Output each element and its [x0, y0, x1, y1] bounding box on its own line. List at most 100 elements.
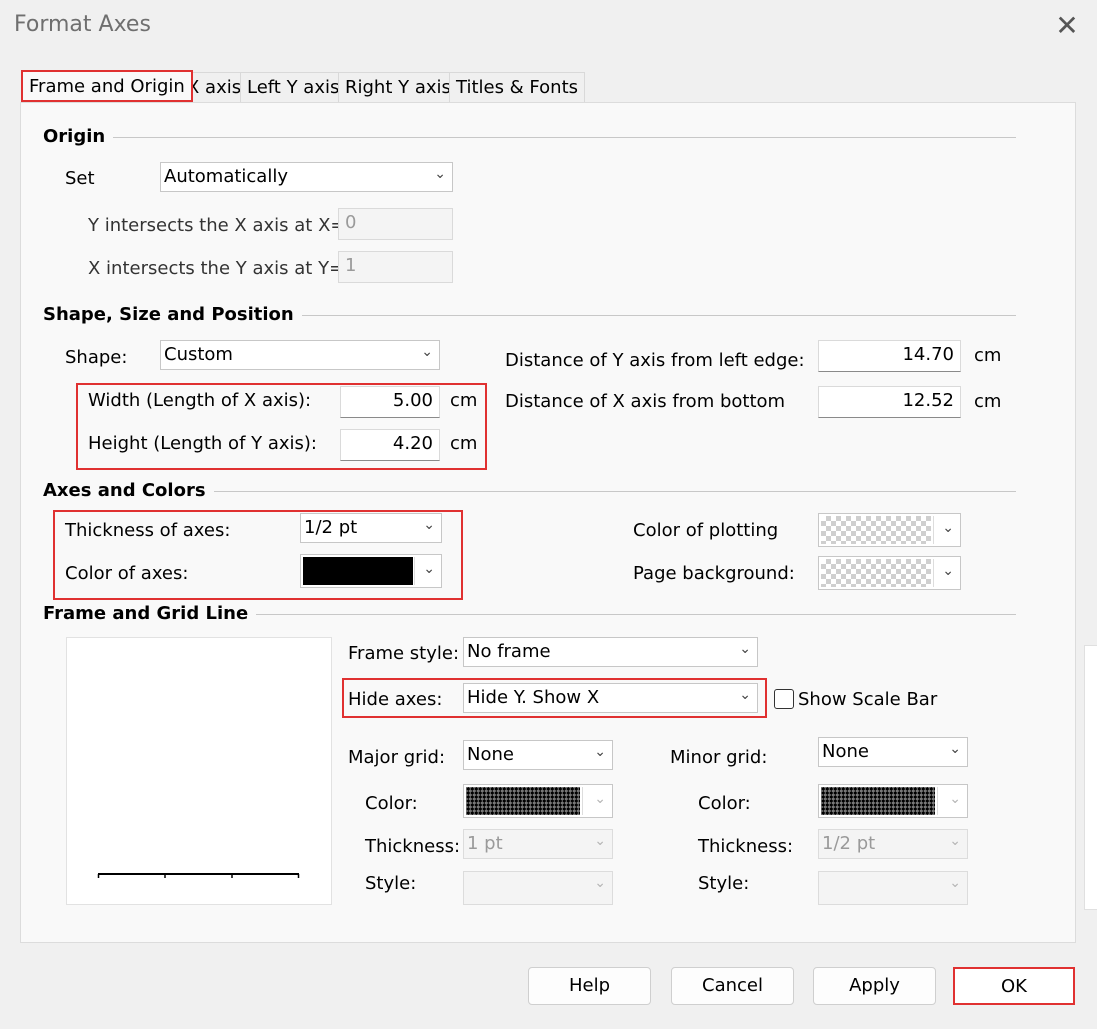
chevron-down-icon: ⌄ — [942, 563, 954, 579]
page-background-picker[interactable]: ⌄ — [818, 556, 961, 590]
color-axes-picker[interactable]: ⌄ — [300, 554, 442, 588]
major-grid-value: None — [467, 744, 514, 765]
shape-select[interactable]: Custom ⌄ — [160, 340, 440, 370]
cancel-button[interactable]: Cancel — [671, 967, 794, 1005]
minor-color-swatch — [821, 787, 935, 815]
origin-set-value: Automatically — [164, 166, 288, 187]
major-style-label: Style: — [365, 873, 417, 894]
plotting-color-label: Color of plotting — [633, 520, 779, 541]
major-thickness-select[interactable]: 1 pt ⌄ — [463, 829, 613, 859]
tab-left-y-axis[interactable]: Left Y axis — [240, 72, 347, 102]
y-intersect-label: Y intersects the X axis at X= — [88, 215, 346, 236]
chevron-down-icon: ⌄ — [423, 517, 435, 533]
axes-preview — [66, 637, 332, 905]
minor-style-select[interactable]: ⌄ — [818, 871, 968, 905]
page-background-swatch — [821, 559, 931, 587]
minor-grid-value: None — [822, 741, 869, 762]
group-divider — [238, 614, 1016, 615]
origin-set-select[interactable]: Automatically ⌄ — [160, 162, 453, 192]
close-icon[interactable]: ✕ — [1052, 8, 1082, 44]
thickness-axes-select[interactable]: 1/2 pt ⌄ — [300, 513, 442, 543]
background-window-edge — [1084, 645, 1097, 910]
minor-thickness-select[interactable]: 1/2 pt ⌄ — [818, 829, 968, 859]
swatch-divider — [937, 787, 938, 815]
chevron-down-icon: ⌄ — [594, 791, 606, 807]
major-grid-label: Major grid: — [348, 747, 446, 768]
chevron-down-icon: ⌄ — [594, 875, 606, 891]
show-scale-bar-label[interactable]: Show Scale Bar — [798, 689, 937, 710]
width-unit: cm — [450, 390, 478, 411]
major-color-picker[interactable]: ⌄ — [463, 784, 613, 818]
major-color-label: Color: — [365, 793, 418, 814]
ok-button[interactable]: OK — [953, 967, 1075, 1005]
height-unit: cm — [450, 433, 478, 454]
major-color-swatch — [466, 787, 580, 815]
title-bar — [0, 0, 1097, 52]
page-background-label: Page background: — [633, 563, 795, 584]
chevron-down-icon: ⌄ — [594, 744, 606, 760]
shape-label: Shape: — [65, 347, 128, 368]
shape-value: Custom — [164, 344, 233, 365]
tab-frame-and-origin[interactable]: Frame and Origin — [21, 70, 193, 102]
hide-axes-value: Hide Y. Show X — [467, 687, 600, 708]
apply-button[interactable]: Apply — [813, 967, 936, 1005]
minor-style-label: Style: — [698, 873, 750, 894]
help-button[interactable]: Help — [528, 967, 651, 1005]
color-axes-label: Color of axes: — [65, 563, 189, 584]
dist-y-unit: cm — [974, 345, 1002, 366]
minor-color-picker[interactable]: ⌄ — [818, 784, 968, 818]
shape-group-title: Shape, Size and Position — [43, 304, 302, 325]
group-divider — [200, 491, 1016, 492]
chevron-down-icon: ⌄ — [949, 791, 961, 807]
x-intersect-input[interactable]: 1 — [338, 251, 453, 283]
frame-style-select[interactable]: No frame ⌄ — [463, 637, 758, 667]
chevron-down-icon: ⌄ — [594, 833, 606, 849]
swatch-divider — [414, 557, 415, 585]
width-label: Width (Length of X axis): — [88, 390, 312, 411]
chevron-down-icon: ⌄ — [949, 741, 961, 757]
group-divider — [110, 137, 1016, 138]
major-thickness-label: Thickness: — [365, 836, 461, 857]
show-scale-bar-checkbox[interactable] — [774, 689, 794, 709]
tab-right-y-axis[interactable]: Right Y axis — [338, 72, 458, 102]
axes-preview-drawing — [97, 873, 300, 878]
swatch-divider — [933, 516, 934, 544]
plotting-color-swatch — [821, 516, 931, 544]
set-label: Set — [65, 168, 95, 189]
minor-color-label: Color: — [698, 793, 751, 814]
chevron-down-icon: ⌄ — [942, 520, 954, 536]
chevron-down-icon: ⌄ — [949, 833, 961, 849]
hide-axes-label: Hide axes: — [348, 689, 443, 710]
plotting-color-picker[interactable]: ⌄ — [818, 513, 961, 547]
frame-grid-group-title: Frame and Grid Line — [43, 603, 257, 624]
color-axes-swatch — [303, 557, 413, 585]
major-style-select[interactable]: ⌄ — [463, 871, 613, 905]
dist-y-input[interactable]: 14.70 — [818, 340, 961, 372]
minor-grid-select[interactable]: None ⌄ — [818, 737, 968, 767]
chevron-down-icon: ⌄ — [739, 687, 751, 703]
hide-axes-select[interactable]: Hide Y. Show X ⌄ — [463, 683, 758, 713]
chevron-down-icon: ⌄ — [949, 875, 961, 891]
dist-x-input[interactable]: 12.52 — [818, 386, 961, 418]
minor-thickness-label: Thickness: — [698, 836, 794, 857]
height-input[interactable]: 4.20 — [340, 429, 440, 461]
width-input[interactable]: 5.00 — [340, 386, 440, 418]
major-thickness-value: 1 pt — [467, 833, 503, 854]
chevron-down-icon: ⌄ — [421, 344, 433, 360]
major-grid-select[interactable]: None ⌄ — [463, 740, 613, 770]
thickness-axes-value: 1/2 pt — [304, 517, 358, 538]
group-divider — [284, 315, 1016, 316]
thickness-axes-label: Thickness of axes: — [65, 520, 231, 541]
x-intersect-label: X intersects the Y axis at Y= — [88, 258, 345, 279]
axes-colors-group-title: Axes and Colors — [43, 480, 214, 501]
frame-style-value: No frame — [467, 641, 551, 662]
dist-y-label: Distance of Y axis from left edge: — [505, 350, 805, 371]
swatch-divider — [933, 559, 934, 587]
minor-thickness-value: 1/2 pt — [822, 833, 876, 854]
dist-x-label: Distance of X axis from bottom — [505, 391, 786, 412]
dist-x-unit: cm — [974, 391, 1002, 412]
height-label: Height (Length of Y axis): — [88, 433, 317, 454]
chevron-down-icon: ⌄ — [434, 166, 446, 182]
y-intersect-input[interactable]: 0 — [338, 208, 453, 240]
tab-titles-fonts[interactable]: Titles & Fonts — [449, 72, 586, 102]
